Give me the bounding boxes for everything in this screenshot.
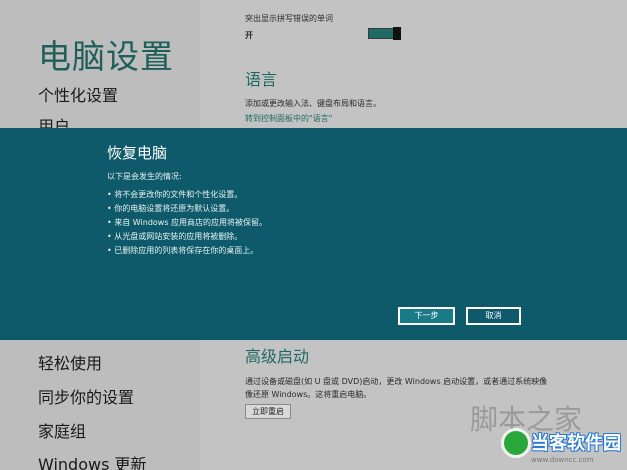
- cancel-button[interactable]: 取消: [466, 307, 521, 325]
- advanced-startup-heading: 高级启动: [245, 347, 310, 366]
- refresh-pc-dialog: 恢复电脑 以下是会发生的情况: 将不会更改你的文件和个性化设置。 你的电脑设置将…: [0, 128, 627, 340]
- restart-now-button[interactable]: 立即重启: [245, 404, 291, 419]
- watermark-logo-icon: [501, 428, 531, 458]
- sidebar-item-ease-of-access[interactable]: 轻松使用: [38, 350, 102, 374]
- dialog-subtitle: 以下是会发生的情况:: [107, 172, 182, 181]
- sidebar-item-sync[interactable]: 同步你的设置: [38, 384, 134, 408]
- language-description: 添加或更改输入法、键盘布局和语言。: [245, 99, 381, 108]
- next-button[interactable]: 下一步: [398, 307, 455, 325]
- page-title: 电脑设置: [38, 37, 174, 76]
- spell-check-label: 突出显示拼写错误的单词: [245, 14, 333, 23]
- watermark-downcc: 当客软件园 www.downcc.com: [497, 425, 627, 470]
- list-item: 将不会更改你的文件和个性化设置。: [107, 188, 267, 202]
- list-item: 从光盘或网站安装的应用将被删除。: [107, 230, 267, 244]
- spell-check-value: 开: [245, 31, 253, 40]
- language-control-panel-link[interactable]: 转到控制面板中的"语言": [245, 113, 332, 124]
- toggle-knob: [393, 27, 401, 40]
- sidebar-item-personalize[interactable]: 个性化设置: [38, 82, 118, 106]
- sidebar-item-windows-update[interactable]: Windows 更新: [38, 451, 147, 470]
- sidebar-item-homegroup[interactable]: 家庭组: [38, 418, 86, 442]
- language-heading: 语言: [245, 70, 278, 89]
- dialog-bullet-list: 将不会更改你的文件和个性化设置。 你的电脑设置将还原为默认设置。 来自 Wind…: [107, 188, 267, 258]
- advanced-startup-desc-line2: 像还原 Windows。这将重启电脑。: [245, 390, 372, 399]
- watermark-url: www.downcc.com: [531, 456, 594, 464]
- spell-check-toggle[interactable]: [368, 27, 401, 40]
- list-item: 你的电脑设置将还原为默认设置。: [107, 202, 267, 216]
- list-item: 已删除应用的列表将保存在你的桌面上。: [107, 244, 267, 258]
- advanced-startup-desc-line1: 通过设备或磁盘(如 U 盘或 DVD)启动，更改 Windows 启动设置，或者…: [245, 377, 548, 386]
- dialog-title: 恢复电脑: [107, 144, 168, 162]
- watermark-downcc-text: 当客软件园: [531, 433, 621, 454]
- list-item: 来自 Windows 应用商店的应用将被保留。: [107, 216, 267, 230]
